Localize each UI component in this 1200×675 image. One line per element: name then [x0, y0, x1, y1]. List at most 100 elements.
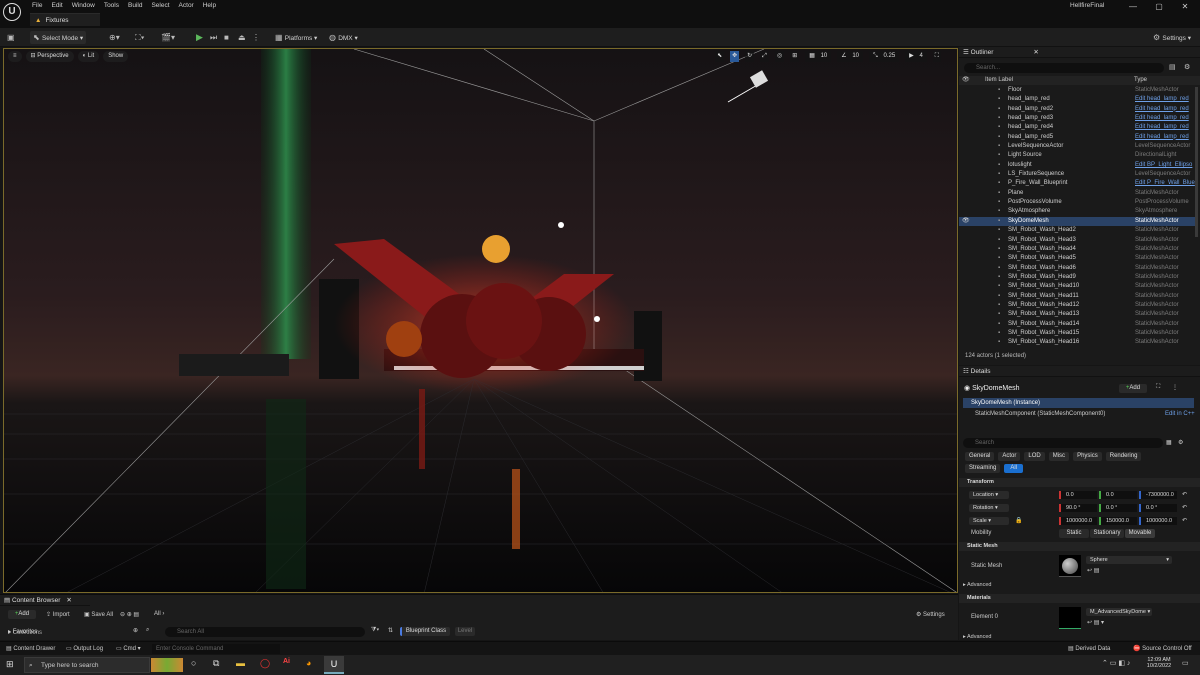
location-x[interactable]: 0.0 [1059, 491, 1097, 499]
details-search-input[interactable]: Search [963, 438, 1163, 448]
surface-snap-icon[interactable]: ⊞ [790, 51, 800, 62]
static-mesh-category[interactable]: Static Mesh [959, 542, 1200, 551]
perspective-button[interactable]: ⊟ Perspective [25, 51, 74, 62]
filter-streaming[interactable]: Streaming [965, 464, 1001, 473]
outliner-row-type[interactable]: Edit head_lamp_red [1135, 114, 1189, 123]
cb-close-icon[interactable]: ✕ [66, 597, 71, 604]
outliner-row-type[interactable]: Edit BP_Light_Ellipso [1135, 161, 1192, 170]
cb-add-button[interactable]: +Add [8, 610, 36, 619]
outliner-row[interactable]: ▪ Plane StaticMeshActor [959, 189, 1195, 198]
col-type[interactable]: Type [1134, 76, 1147, 85]
history-icons[interactable]: ⊖ ⊕ ▤ [120, 611, 139, 618]
outliner-row[interactable]: ▪ SM_Robot_Wash_Head11 StaticMeshActor [959, 292, 1195, 301]
blueprint-icon[interactable]: ⛶▾ [132, 31, 148, 44]
clock[interactable]: 12:09 AM 10/2/2022 [1144, 657, 1174, 669]
location-y[interactable]: 0.0 [1099, 491, 1137, 499]
advanced-expander[interactable]: ▸ Advanced [963, 582, 991, 588]
outliner-row[interactable]: ▪ head_lamp_red Edit head_lamp_red [959, 95, 1195, 104]
unreal-logo-icon[interactable]: U [3, 3, 21, 21]
folder-add-icon[interactable]: ▤ [1169, 63, 1176, 71]
outliner-row[interactable]: ▪ SM_Robot_Wash_Head14 StaticMeshActor [959, 320, 1195, 329]
menu-file[interactable]: File [30, 1, 49, 11]
filter-actor[interactable]: Actor [998, 452, 1021, 461]
rotation-reset-icon[interactable]: ↶ [1182, 504, 1187, 511]
stop-icon[interactable]: ■ [221, 31, 232, 44]
filter-level[interactable]: Level [455, 627, 475, 636]
level-tab[interactable]: ▲ Fixtures [30, 13, 100, 26]
outliner-row[interactable]: ▪ Light Source DirectionalLight [959, 151, 1195, 160]
dmx-dropdown[interactable]: ◍ DMX ▾ [326, 31, 361, 44]
derived-data-button[interactable]: ▤ Derived Data [1068, 645, 1110, 652]
outliner-row[interactable]: ▪ LS_FixtureSequence LevelSequenceActor [959, 170, 1195, 179]
filter-icon[interactable]: ⧩▾ [371, 627, 379, 634]
transform-category[interactable]: Transform [959, 478, 1200, 487]
tray-icons[interactable]: ⌃ ▭ ◧ ♪ [1102, 659, 1130, 667]
scale-y[interactable]: 150000.0 [1099, 517, 1137, 525]
content-browser-tab[interactable]: ▤ Content Browser ✕ [0, 595, 90, 606]
rot-snap-button[interactable]: ∠ 10 [837, 51, 864, 62]
scale-snap-button[interactable]: ⤡ 0.25 [869, 51, 900, 62]
outliner-row-type[interactable]: Edit head_lamp_red [1135, 123, 1189, 132]
mobility-movable[interactable]: Movable [1125, 529, 1155, 538]
add-content-icon[interactable]: ⊕▾ [106, 31, 123, 44]
location-z[interactable]: -7300000.0 [1139, 491, 1177, 499]
menu-edit[interactable]: Edit [49, 1, 69, 11]
rotation-x[interactable]: 90.0 ° [1059, 504, 1097, 512]
grid-snap-button[interactable]: ▦ 10 [805, 51, 832, 62]
outliner-row[interactable]: ▪ SkyAtmosphere SkyAtmosphere [959, 207, 1195, 216]
col-item-label[interactable]: Item Label [985, 76, 1013, 85]
details-options-icon[interactable]: ⋮ [1172, 384, 1178, 391]
file-explorer-icon[interactable]: ▬ [236, 658, 245, 668]
outliner-row-type[interactable]: Edit head_lamp_red [1135, 133, 1189, 142]
cmd-dropdown[interactable]: ▭ Cmd ▾ [116, 645, 141, 652]
blueprint-add-icon[interactable]: ⛶ [1156, 384, 1160, 391]
cb-path-search-icon[interactable]: ⌕ [146, 627, 149, 634]
eject-icon[interactable]: ⏏ [235, 31, 249, 44]
filter-all[interactable]: All [1004, 464, 1024, 473]
outliner-row[interactable]: ▪ SM_Robot_Wash_Head13 StaticMeshActor [959, 310, 1195, 319]
filter-rendering[interactable]: Rendering [1105, 452, 1142, 461]
outliner-row[interactable]: ▪ P_Fire_Wall_Blueprint Edit P_Fire_Wall_B… [959, 179, 1195, 188]
outliner-row-type[interactable]: Edit head_lamp_red [1135, 95, 1189, 104]
outliner-row[interactable]: ▪ SM_Robot_Wash_Head16 StaticMeshActor [959, 338, 1195, 347]
menu-actor[interactable]: Actor [177, 1, 201, 11]
menu-window[interactable]: Window [70, 1, 102, 11]
filter-general[interactable]: General [965, 452, 995, 461]
console-input[interactable]: Enter Console Command [152, 644, 280, 654]
details-gear-icon[interactable]: ⚙ [1178, 439, 1183, 446]
import-button[interactable]: ⇪ Import [46, 611, 70, 618]
outliner-tab[interactable]: ☰ Outliner ✕ [959, 47, 1200, 58]
settings-dropdown[interactable]: ⚙ Settings ▾ [1150, 31, 1194, 44]
outliner-row[interactable]: ▪ SM_Robot_Wash_Head6 StaticMeshActor [959, 264, 1195, 273]
outliner-row[interactable]: ▪ head_lamp_red4 Edit head_lamp_red [959, 123, 1195, 132]
outliner-row[interactable]: ▪ head_lamp_red3 Edit head_lamp_red [959, 114, 1195, 123]
path-breadcrumb[interactable]: All › [154, 611, 164, 617]
outliner-row[interactable]: ▪ SM_Robot_Wash_Head2 StaticMeshActor [959, 226, 1195, 235]
scale-x[interactable]: 1000000.0 [1059, 517, 1097, 525]
mobility-static[interactable]: Static [1059, 529, 1089, 538]
visibility-icon[interactable]: 👁 [962, 217, 970, 226]
camera-speed-button[interactable]: ▶ 4 [905, 51, 927, 62]
location-reset-icon[interactable]: ↶ [1182, 491, 1187, 498]
unreal-taskbar-icon[interactable]: U [324, 656, 344, 674]
filter-misc[interactable]: Misc [1048, 452, 1070, 461]
taskbar-search[interactable]: ⌕ Type here to search [24, 657, 150, 673]
more-icon[interactable]: ⋮ [249, 31, 263, 44]
static-mesh-dropdown[interactable]: Sphere ▾ [1086, 556, 1172, 564]
save-all-button[interactable]: ▣ Save All [84, 611, 113, 618]
opera-icon[interactable]: ◯ [260, 658, 270, 669]
outliner-row[interactable]: ▪ SM_Robot_Wash_Head10 StaticMeshActor [959, 282, 1195, 291]
blender-icon[interactable]: ◕ [306, 658, 311, 668]
outliner-row[interactable]: ▪ SM_Robot_Wash_Head4 StaticMeshActor [959, 245, 1195, 254]
outliner-scrollbar[interactable] [1195, 87, 1198, 237]
scale-z[interactable]: 1000000.0 [1139, 517, 1177, 525]
rotate-icon[interactable]: ↻ [745, 51, 755, 62]
content-drawer-button[interactable]: ▤ Content Drawer [6, 645, 55, 652]
play-icon[interactable]: ▶ [193, 31, 206, 44]
filter-blueprint-class[interactable]: Blueprint Class [400, 627, 450, 636]
rotation-dropdown[interactable]: Rotation ▾ [969, 504, 1009, 512]
cb-add-path-icon[interactable]: ⊕ [133, 627, 138, 634]
details-tab[interactable]: ☷ Details [959, 366, 1200, 377]
save-icon[interactable]: ▣ [4, 31, 18, 44]
outliner-row[interactable]: ▪ Floor StaticMeshActor [959, 86, 1195, 95]
